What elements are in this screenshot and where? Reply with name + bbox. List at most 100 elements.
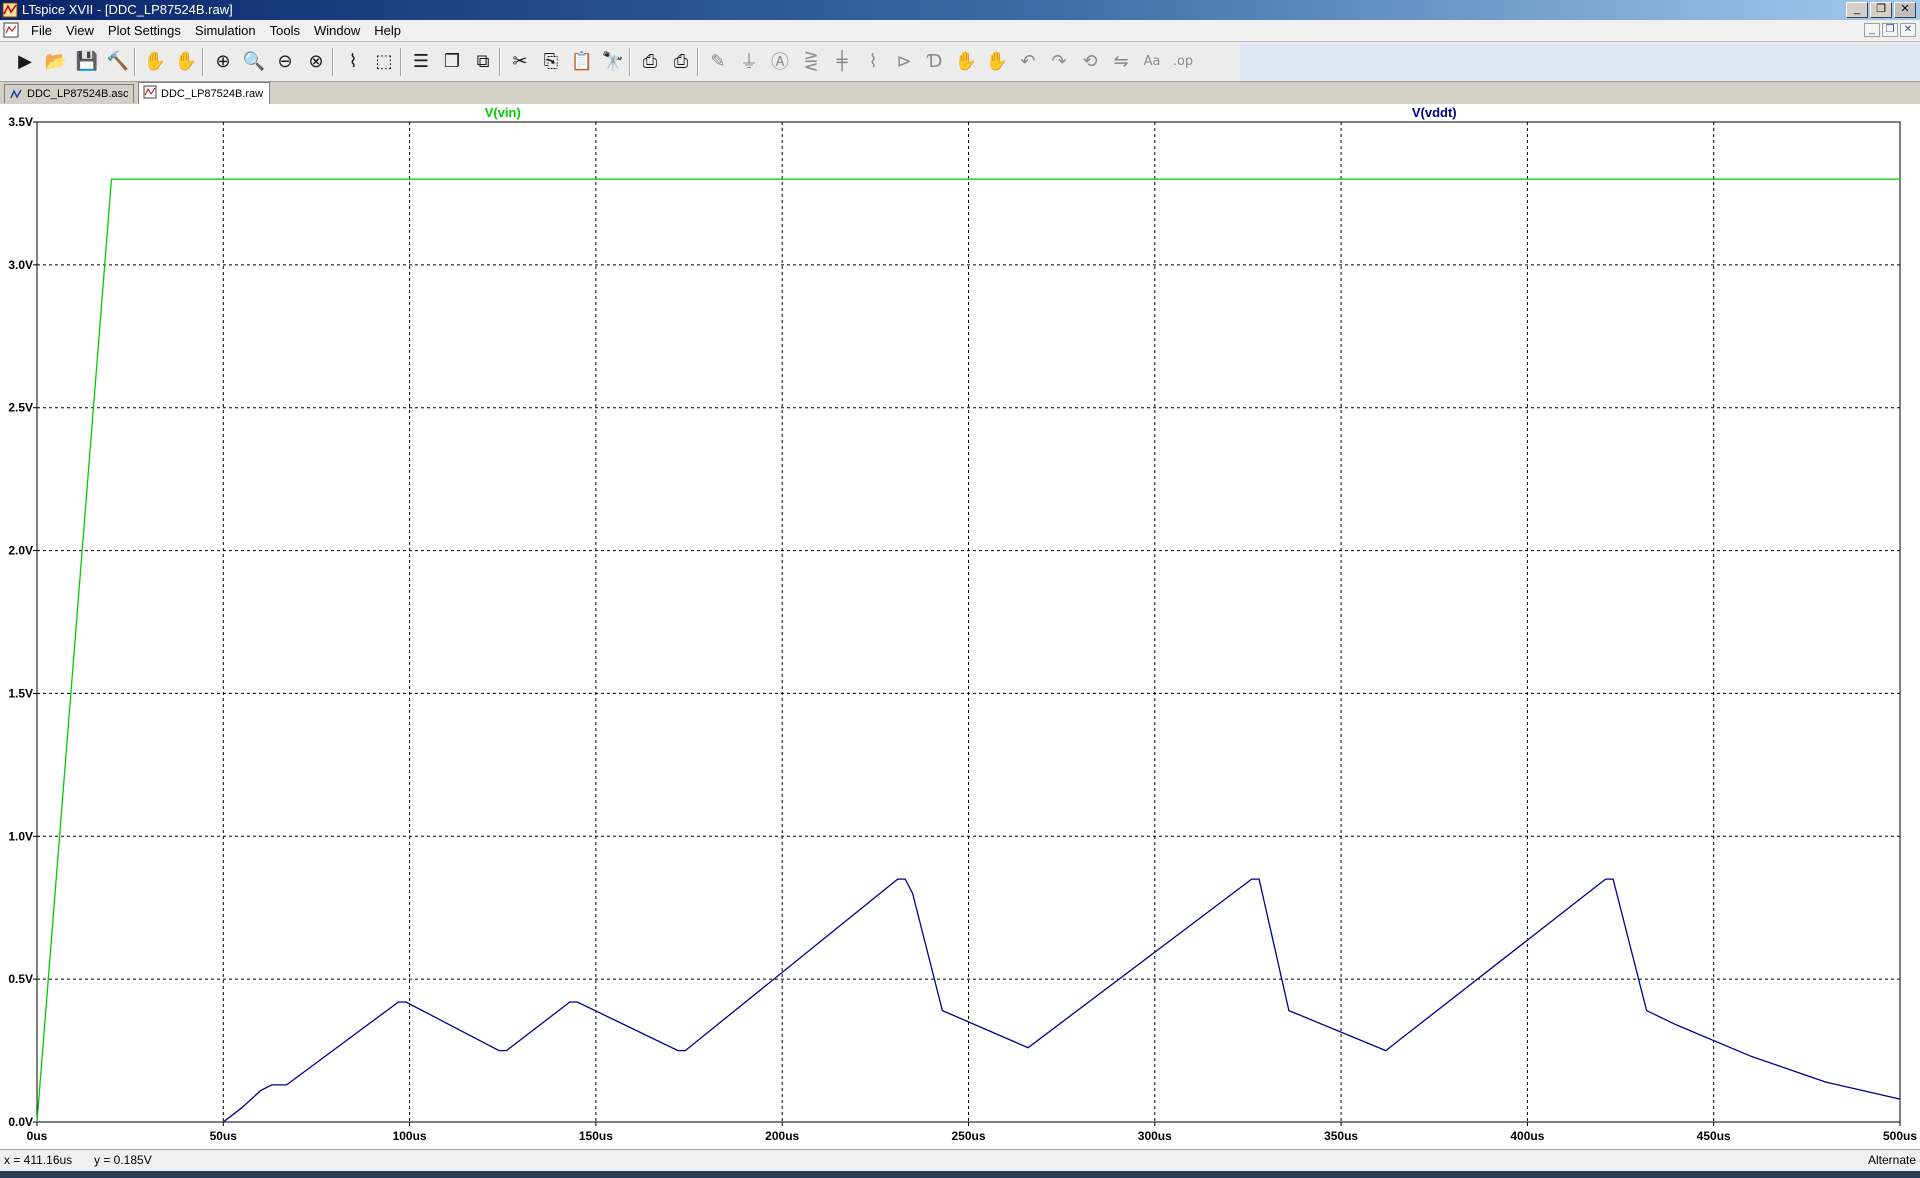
draw-wire-icon[interactable]: ✎ xyxy=(705,48,731,74)
x-tick-label: 100us xyxy=(393,1129,427,1143)
menu-plot-settings[interactable]: Plot Settings xyxy=(101,20,188,42)
y-tick-label: 0.5V xyxy=(8,972,33,986)
cascade-icon[interactable]: ❐ xyxy=(439,48,465,74)
pan-hand-icon[interactable]: ✋ xyxy=(173,48,199,74)
menu-file[interactable]: File xyxy=(24,20,59,42)
menu-window[interactable]: Window xyxy=(307,20,367,42)
title-bar: LTspice XVII - [DDC_LP87524B.raw] _ ❐ ✕ xyxy=(0,0,1920,20)
x-tick-label: 350us xyxy=(1324,1129,1358,1143)
trace-label[interactable]: V(vddt) xyxy=(1412,105,1457,120)
ltspice-app-icon[interactable] xyxy=(2,2,18,18)
x-tick-label: 300us xyxy=(1138,1129,1172,1143)
grid xyxy=(37,122,1900,1122)
move-icon[interactable]: ✋ xyxy=(953,48,979,74)
find-icon[interactable]: 🔭 xyxy=(600,48,626,74)
mdi-restore-button[interactable]: ❐ xyxy=(1882,23,1898,37)
trace-labels[interactable]: V(vin) V(vddt) xyxy=(485,105,1457,120)
save-icon[interactable]: 💾 xyxy=(74,48,100,74)
redo-icon[interactable]: ↷ xyxy=(1046,48,1072,74)
zoom-area-icon[interactable]: 🔍 xyxy=(241,48,267,74)
toolbar-separator xyxy=(332,48,334,76)
mdi-close-button[interactable]: ✕ xyxy=(1900,23,1916,37)
zoom-out-icon[interactable]: ⊖ xyxy=(272,48,298,74)
y-tick-label: 3.0V xyxy=(8,258,33,272)
trace-vvddt[interactable] xyxy=(222,878,1901,1123)
solver-mode: Alternate xyxy=(1867,1153,1916,1167)
cursor-x-readout: x = 411.16us xyxy=(4,1153,73,1167)
x-tick-label: 50us xyxy=(210,1129,238,1143)
waveform-plot[interactable]: 0us 50us 100us 150us 200us 250us 300us 350us 400… xyxy=(0,104,1920,1149)
x-tick-label: 0us xyxy=(27,1129,48,1143)
taskbar xyxy=(0,1171,1920,1178)
halt-icon[interactable]: ✋ xyxy=(142,48,168,74)
document-tabs: DDC_LP87524B.asc DDC_LP87524B.raw xyxy=(0,82,1920,104)
mirror-icon[interactable]: ⇋ xyxy=(1108,48,1134,74)
close-button[interactable]: ✕ xyxy=(1894,2,1916,18)
menu-simulation[interactable]: Simulation xyxy=(188,20,263,42)
menu-help[interactable]: Help xyxy=(367,20,408,42)
ground-icon[interactable]: ⏚ xyxy=(736,48,762,74)
label-net-icon[interactable]: Ⓐ xyxy=(767,48,793,74)
window-title: LTspice XVII - [DDC_LP87524B.raw] xyxy=(22,2,233,17)
tile-horizontal-icon[interactable]: ☰ xyxy=(408,48,434,74)
rotate-icon[interactable]: ⟲ xyxy=(1077,48,1103,74)
autorange-icon[interactable]: ⌇ xyxy=(340,48,366,74)
y-tick-label: 2.0V xyxy=(8,544,33,558)
print-setup-icon[interactable]: ⎙ xyxy=(668,48,694,74)
menu-view[interactable]: View xyxy=(59,20,101,42)
toolbar: ▶ 📂 💾 🔨 ✋ ✋ ⊕ 🔍 ⊖ ⊗ ⌇ ⬚ ☰ ❐ ⧉ ✂ ⎘ 📋 🔭 ⎙ ⎙ ✎ ⏚ Ⓐ ⋛ ╪ ⌇ ⊳ Ɗ ✋ ✋ ↶ ↷ ⟲ ⇋ Aa .op xyxy=(0,42,1920,82)
y-tick-label: 0.0V xyxy=(8,1115,33,1129)
schematic-icon xyxy=(10,89,22,99)
x-tick-label: 200us xyxy=(765,1129,799,1143)
trace-label[interactable]: V(vin) xyxy=(485,105,521,120)
x-tick-label: 150us xyxy=(579,1129,613,1143)
capacitor-icon[interactable]: ╪ xyxy=(829,48,855,74)
open-icon[interactable]: 📂 xyxy=(43,48,69,74)
menu-bar: File View Plot Settings Simulation Tools Wind… xyxy=(0,20,1920,42)
menu-tools[interactable]: Tools xyxy=(263,20,307,42)
document-menu-icon[interactable] xyxy=(3,22,19,38)
tab-label: DDC_LP87524B.raw xyxy=(161,88,264,100)
drag-icon[interactable]: ✋ xyxy=(984,48,1010,74)
y-tick-label: 1.5V xyxy=(8,686,33,700)
waveform-icon xyxy=(143,85,157,99)
text-icon[interactable]: Aa xyxy=(1139,48,1165,74)
tile-vertical-icon[interactable]: ⧉ xyxy=(470,48,496,74)
zoom-in-icon[interactable]: ⊕ xyxy=(210,48,236,74)
minimize-button[interactable]: _ xyxy=(1846,2,1868,18)
tab-waveform[interactable]: DDC_LP87524B.raw xyxy=(138,82,270,104)
x-tick-label: 400us xyxy=(1510,1129,1544,1143)
toolbar-separator xyxy=(134,48,136,76)
run-icon[interactable]: ▶ xyxy=(12,48,38,74)
toolbar-separator xyxy=(499,48,501,76)
spice-directive-icon[interactable]: .op xyxy=(1170,48,1196,74)
toolbar-empty-area xyxy=(1240,44,1920,80)
tab-schematic[interactable]: DDC_LP87524B.asc xyxy=(4,84,134,103)
toolbar-separator xyxy=(400,48,402,76)
x-tick-label: 500us xyxy=(1883,1129,1917,1143)
restore-button[interactable]: ❐ xyxy=(1870,2,1892,18)
resistor-icon[interactable]: ⋛ xyxy=(798,48,824,74)
zoom-fit-icon[interactable]: ⊗ xyxy=(303,48,329,74)
print-icon[interactable]: ⎙ xyxy=(637,48,663,74)
control-panel-icon[interactable]: 🔨 xyxy=(105,48,131,74)
tab-label: DDC_LP87524B.asc xyxy=(27,88,129,100)
diode-icon[interactable]: ⊳ xyxy=(891,48,917,74)
cursor-y-readout: y = 0.185V xyxy=(94,1153,152,1167)
zoom-extents-icon[interactable]: ⬚ xyxy=(371,48,397,74)
status-bar: x = 411.16us y = 0.185V Alternate xyxy=(0,1149,1920,1171)
undo-icon[interactable]: ↶ xyxy=(1015,48,1041,74)
cut-icon[interactable]: ✂ xyxy=(507,48,533,74)
axis-ticks: 0us 50us 100us 150us 200us 250us 300us 350us 400… xyxy=(8,115,1917,1143)
paste-icon[interactable]: 📋 xyxy=(569,48,595,74)
copy-icon[interactable]: ⎘ xyxy=(538,48,564,74)
toolbar-separator xyxy=(629,48,631,76)
toolbar-separator xyxy=(202,48,204,76)
mdi-minimize-button[interactable]: _ xyxy=(1864,23,1880,37)
inductor-icon[interactable]: ⌇ xyxy=(860,48,886,74)
toolbar-separator xyxy=(697,48,699,76)
component-icon[interactable]: Ɗ xyxy=(922,48,948,74)
plot-canvas[interactable]: 0us 50us 100us 150us 200us 250us 300us 350us 400… xyxy=(0,104,1920,1149)
y-tick-label: 3.5V xyxy=(8,115,33,129)
x-tick-label: 450us xyxy=(1697,1129,1731,1143)
